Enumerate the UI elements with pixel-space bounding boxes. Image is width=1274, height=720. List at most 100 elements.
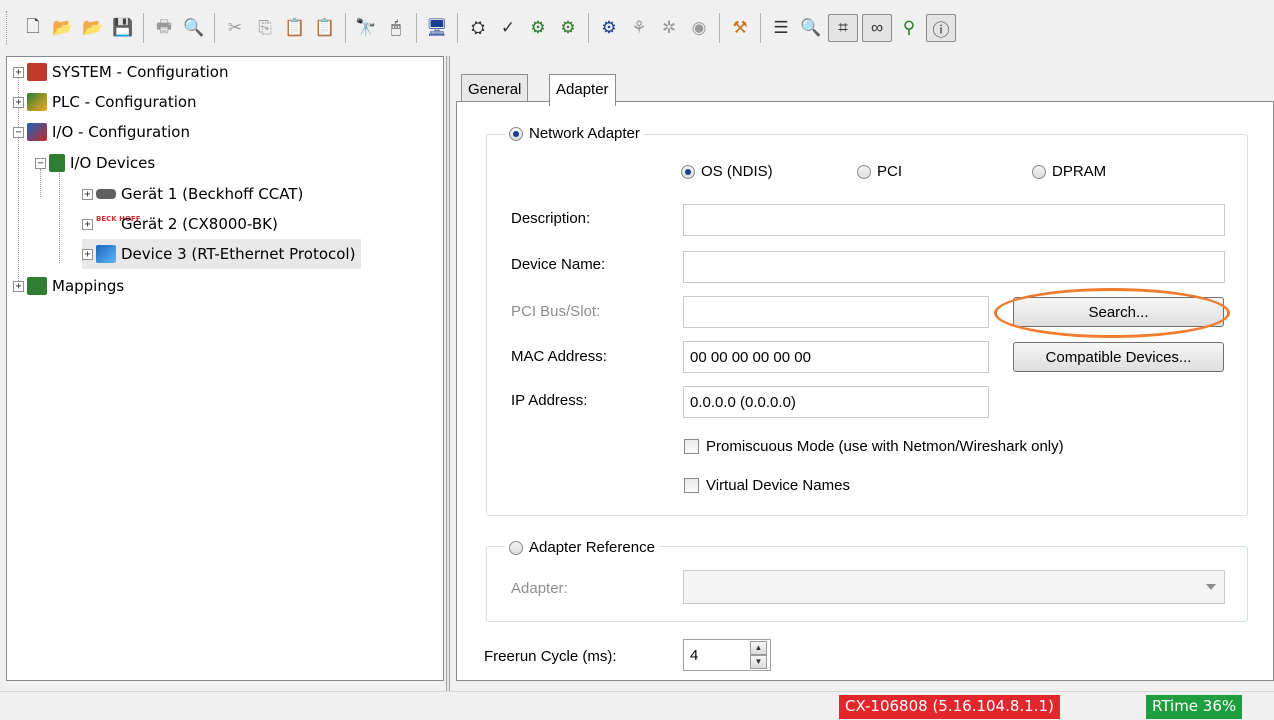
checkbox-icon (684, 439, 699, 454)
expand-icon[interactable]: + (82, 218, 93, 230)
collapse-icon[interactable]: − (35, 157, 46, 169)
mouse-icon[interactable]: 🖱 (383, 14, 409, 42)
radio-icon (509, 540, 523, 555)
io-config-icon (27, 123, 47, 141)
expand-icon[interactable]: + (82, 188, 93, 200)
adapter-reference-label: Adapter Reference (529, 539, 655, 556)
tree-item-mappings[interactable]: + Mappings (13, 271, 124, 301)
cut-icon[interactable]: ✂ (222, 14, 248, 42)
check-config-icon[interactable]: ✓ (495, 14, 521, 42)
tree-item-device-1[interactable]: + Gerät 1 (Beckhoff CCAT) (82, 179, 303, 209)
mac-address-field[interactable]: 00 00 00 00 00 00 (683, 341, 989, 373)
show-online-icon[interactable]: ⌗ (828, 14, 858, 42)
tree-item-label: PLC - Configuration (52, 93, 197, 111)
copy-icon[interactable]: ⎘ (252, 14, 278, 42)
screen-icon[interactable]: 🖥 (424, 14, 450, 42)
freerun-cycle-stepper[interactable]: 4 ▲ ▼ (683, 639, 771, 671)
device-name-label: Device Name: (511, 256, 606, 273)
watch-icon[interactable]: ✲ (656, 14, 682, 42)
rtime-status-badge[interactable]: RTime 36% (1146, 695, 1243, 719)
virtual-device-names-label: Virtual Device Names (706, 477, 850, 494)
ccat-card-icon (96, 189, 116, 199)
toolbar-separator (457, 13, 458, 43)
main-toolbar: 🗋 📂 📂 💾 🖶 🔍 ✂ ⎘ 📋 📋 🔭 🖱 🖥 ⛭ ✓ ⚙ ⚙ ⚙ ⚘ ✲ … (0, 0, 1274, 56)
mappings-icon (27, 277, 47, 295)
zoom-icon[interactable]: 🔍 (798, 14, 824, 42)
plc-config-icon (27, 93, 47, 111)
tree-item-device-3[interactable]: + Device 3 (RT-Ethernet Protocol) (82, 239, 362, 269)
network-adapter-radio[interactable]: Network Adapter (505, 125, 644, 142)
run-mode-icon[interactable]: ⚙ (555, 14, 581, 42)
expand-icon[interactable]: + (13, 96, 24, 108)
paste-icon[interactable]: 📋 (282, 14, 308, 42)
tree-item-plc[interactable]: + PLC - Configuration (13, 87, 197, 117)
print-preview-icon[interactable]: 🔍 (181, 14, 207, 42)
radio-pci-label: PCI (877, 163, 903, 180)
pci-bus-slot-field[interactable] (683, 296, 989, 328)
ip-address-label: IP Address: (511, 392, 588, 409)
tree-item-label: Mappings (52, 277, 125, 295)
description-field[interactable] (683, 204, 1225, 236)
paste-with-links-icon[interactable]: 📋 (312, 14, 338, 42)
pci-bus-slot-label: PCI Bus/Slot: (511, 303, 601, 320)
device-name-field[interactable] (683, 251, 1225, 283)
collapse-icon[interactable]: − (13, 126, 24, 138)
build-icon[interactable]: ⚙ (525, 14, 551, 42)
radio-icon (857, 164, 871, 179)
open-project-icon[interactable]: 📂 (80, 14, 106, 42)
stepper-down-icon[interactable]: ▼ (750, 655, 767, 669)
tree-item-io-devices[interactable]: − I/O Devices (35, 148, 155, 178)
expand-icon[interactable]: + (82, 248, 93, 260)
stepper-up-icon[interactable]: ▲ (750, 641, 767, 655)
freerun-cycle-label: Freerun Cycle (ms): (484, 648, 617, 665)
print-icon[interactable]: 🖶 (151, 14, 177, 42)
tab-adapter[interactable]: Adapter (549, 74, 616, 106)
tree-item-io[interactable]: − I/O - Configuration (13, 117, 190, 147)
find-icon[interactable]: 🔭 (353, 14, 379, 42)
radio-dpram[interactable]: DPRAM (1032, 163, 1106, 180)
compatible-devices-button[interactable]: Compatible Devices... (1013, 342, 1224, 372)
toolbar-separator (345, 13, 346, 43)
beckhoff-logo-icon: BECK HOFF (96, 215, 141, 233)
radio-os-ndis[interactable]: OS (NDIS) (681, 163, 773, 180)
tree-item-device-2[interactable]: + BECK HOFF Gerät 2 (CX8000-BK) (82, 209, 278, 239)
mac-address-label: MAC Address: (511, 348, 607, 365)
promiscuous-mode-checkbox[interactable]: Promiscuous Mode (use with Netmon/Wiresh… (684, 438, 1064, 455)
new-file-icon[interactable]: 🗋 (20, 14, 46, 42)
toolbar-grip[interactable] (6, 11, 10, 45)
tab-general[interactable]: General (461, 74, 529, 102)
panel-splitter[interactable] (446, 56, 450, 691)
toolbar-separator (760, 13, 761, 43)
search-button[interactable]: Search... (1013, 297, 1224, 327)
list-icon[interactable]: ☰ (768, 14, 794, 42)
virtual-device-names-checkbox[interactable]: Virtual Device Names (684, 477, 850, 494)
tree-item-label: I/O Devices (70, 154, 156, 172)
save-icon[interactable]: 💾 (110, 14, 136, 42)
toolbar-separator (719, 13, 720, 43)
network-icon[interactable]: ⚲ (896, 14, 922, 42)
adapter-select[interactable] (683, 570, 1225, 604)
toggle-monitoring-icon[interactable]: ∞ (862, 14, 892, 42)
radio-icon (681, 164, 695, 179)
target-status-badge[interactable]: CX-106808 (5.16.104.8.1.1) (839, 695, 1060, 719)
ip-address-field[interactable]: 0.0.0.0 (0.0.0.0) (683, 386, 989, 418)
expand-icon[interactable]: + (13, 66, 24, 78)
tree-item-system[interactable]: + SYSTEM - Configuration (13, 57, 228, 87)
radio-pci[interactable]: PCI (857, 163, 902, 180)
adapter-reference-radio[interactable]: Adapter Reference (505, 539, 659, 556)
info-icon[interactable]: ⓘ (926, 14, 956, 42)
toolbar-separator (214, 13, 215, 43)
tree-connector (59, 173, 60, 263)
scan-icon[interactable]: ⚘ (626, 14, 652, 42)
radio-icon (1032, 164, 1046, 179)
solution-tree[interactable]: + SYSTEM - Configuration + PLC - Configu… (6, 56, 444, 681)
open-file-icon[interactable]: 📂 (50, 14, 76, 42)
config-mode-icon[interactable]: ⚙ (596, 14, 622, 42)
adapter-label: Adapter: (511, 580, 568, 597)
tree-item-label: Device 3 (RT-Ethernet Protocol) (121, 245, 356, 263)
target-icon[interactable]: ◉ (686, 14, 712, 42)
activate-config-icon[interactable]: ⛭ (465, 14, 491, 42)
expand-icon[interactable]: + (13, 280, 24, 292)
freerun-cycle-value: 4 (690, 647, 699, 664)
toggle-free-run-icon[interactable]: ⚒ (727, 14, 753, 42)
